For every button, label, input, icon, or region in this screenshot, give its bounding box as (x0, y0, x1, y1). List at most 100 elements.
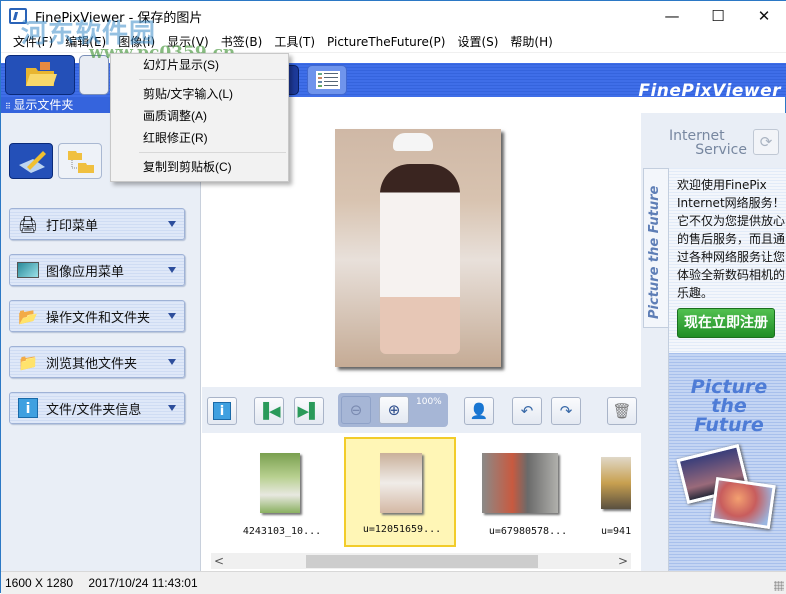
internet-service-title: Internet Service (669, 128, 747, 158)
main-photo (335, 129, 501, 367)
print-menu-button[interactable]: 🖨 打印菜单 (9, 208, 185, 240)
horizontal-scrollbar[interactable]: < > (211, 553, 631, 569)
info-button[interactable]: i (207, 397, 237, 425)
menu-help[interactable]: 帮助(H) (504, 33, 558, 50)
last-image-button[interactable]: ▶▌ (294, 397, 324, 425)
dropdown-arrow-icon (168, 405, 176, 411)
brand-logo: FinePixViewer (638, 81, 781, 101)
info-icon: i (16, 398, 40, 418)
rotate-right-icon: ↷ (559, 402, 573, 420)
folder-edit-icon: 📂 (18, 306, 38, 326)
title-bar: FinePixViewer - 保存的图片 — ☐ ✕ (1, 1, 786, 31)
internet-service-panel: Internet Service ⟳ Picture the Future 欢迎… (641, 113, 786, 571)
picture-the-future-logo: Picture the Future (690, 376, 768, 436)
menu-tools[interactable]: 工具(T) (268, 33, 321, 50)
file-operations-menu-button[interactable]: 📂 操作文件和文件夹 (9, 300, 185, 332)
calendar-view-button[interactable] (79, 55, 109, 95)
list-icon (316, 71, 340, 89)
menu-settings[interactable]: 设置(S) (451, 33, 504, 50)
menu-image[interactable]: 图像(I) (112, 33, 161, 50)
promo-graphic: Picture the Future (669, 353, 786, 571)
menu-bookmarks[interactable]: 书签(B) (215, 33, 269, 50)
image-apps-menu-label: 图像应用菜单 (46, 264, 125, 280)
menu-view[interactable]: 显示(V) (161, 33, 215, 50)
delete-button[interactable]: 🗑 (607, 397, 637, 425)
info-icon: i (213, 402, 231, 420)
trash-icon: 🗑 (612, 402, 632, 420)
rotate-left-button[interactable]: ↶ (512, 397, 542, 425)
menu-item-red-eye[interactable]: 红眼修正(R) (111, 127, 288, 149)
image-dimensions: 1600 X 1280 (5, 576, 74, 590)
image-icon (16, 260, 40, 280)
rotate-right-button[interactable]: ↷ (551, 397, 581, 425)
last-icon: ▶▌ (297, 402, 321, 420)
edit-mode-button[interactable] (9, 143, 53, 179)
menu-item-crop-text[interactable]: 剪贴/文字输入(L) (111, 83, 288, 105)
thumbnail-caption: u=67980578... (488, 526, 568, 537)
thumbnail-caption: u=941 (601, 526, 631, 537)
scroll-left-button[interactable]: < (211, 553, 227, 569)
app-icon (9, 8, 27, 24)
thumbnail-item[interactable]: u=941 (591, 437, 631, 547)
dropdown-arrow-icon (168, 359, 176, 365)
browse-folders-menu-label: 浏览其他文件夹 (46, 356, 138, 372)
panel-title: 显示文件夹 (13, 98, 74, 112)
scrollbar-thumb[interactable] (306, 555, 538, 568)
status-bar: 1600 X 1280 2017/10/24 11:43:01 (1, 571, 786, 594)
menu-separator (139, 79, 286, 80)
vertical-tab-label: Picture the Future (647, 185, 662, 319)
zoom-in-button[interactable]: ⊕ (379, 396, 409, 424)
scroll-right-button[interactable]: > (615, 553, 631, 569)
image-datetime: 2017/10/24 11:43:01 (88, 576, 198, 590)
thumbnail-item[interactable]: u=67980578... (472, 437, 584, 547)
folder-tree-icon (68, 151, 94, 173)
flowers-photo-card (710, 477, 776, 529)
file-info-menu-button[interactable]: i 文件/文件夹信息 (9, 392, 185, 424)
viewer-controls: i ▐◀ ▶▌ ⊖ ⊕ 100% 👤 ↶ ↷ 🗑 (202, 387, 641, 433)
menu-item-slideshow[interactable]: 幻灯片显示(S) (111, 54, 288, 76)
dropdown-arrow-icon (168, 267, 176, 273)
image-apps-menu-button[interactable]: 图像应用菜单 (9, 254, 185, 286)
pencil-icon (19, 151, 46, 173)
dropdown-arrow-icon (168, 313, 176, 319)
refresh-icon: ⟳ (759, 133, 773, 151)
zoom-in-icon: ⊕ (387, 401, 401, 419)
menu-picture-the-future[interactable]: PictureTheFuture(P) (321, 35, 451, 49)
dropdown-arrow-icon (168, 221, 176, 227)
zoom-out-icon: ⊖ (349, 401, 363, 419)
resize-grip[interactable] (774, 581, 784, 591)
menu-item-quality-adjust[interactable]: 画质调整(A) (111, 105, 288, 127)
picture-the-future-tab[interactable]: Picture the Future (643, 168, 668, 328)
refresh-button[interactable]: ⟳ (753, 129, 779, 155)
menu-edit[interactable]: 编辑(E) (59, 33, 112, 50)
promo-area: 欢迎使用FinePix Internet网络服务！它不仅为您提供放心的售后服务，… (668, 168, 786, 571)
register-now-button[interactable]: 现在立即注册 (677, 308, 775, 338)
list-view-button[interactable] (307, 65, 347, 95)
rotate-left-icon: ↶ (520, 402, 534, 420)
menu-file[interactable]: 文件(F) (7, 33, 59, 50)
thumbnail-strip: 4243103_10... u=12051659... u=67980578..… (211, 433, 631, 553)
maximize-button[interactable]: ☐ (695, 1, 741, 31)
promo-text: 欢迎使用FinePix Internet网络服务！它不仅为您提供放心的售后服务，… (677, 178, 786, 300)
zoom-out-button[interactable]: ⊖ (341, 396, 371, 424)
file-info-menu-label: 文件/文件夹信息 (46, 402, 142, 418)
menu-item-copy-clipboard[interactable]: 复制到剪贴板(C) (111, 156, 288, 178)
thumbnail-caption: u=12051659... (362, 524, 442, 535)
first-icon: ▐◀ (257, 402, 281, 420)
close-button[interactable]: ✕ (741, 1, 786, 31)
browse-folders-menu-button[interactable]: 📁 浏览其他文件夹 (9, 346, 185, 378)
menu-separator (139, 152, 286, 153)
folder-view-button[interactable] (5, 55, 75, 95)
printer-icon: 🖨 (17, 214, 39, 234)
print-menu-label: 打印菜单 (46, 218, 99, 234)
folder-tree-button[interactable] (58, 143, 102, 179)
first-image-button[interactable]: ▐◀ (254, 397, 284, 425)
folder-icon (26, 62, 57, 86)
thumbnail-item[interactable]: 4243103_10... (226, 437, 338, 547)
menu-bar: 文件(F) 编辑(E) 图像(I) 显示(V) 书签(B) 工具(T) Pict… (1, 31, 786, 53)
thumbnail-caption: 4243103_10... (242, 526, 322, 537)
thumbnail-item-selected[interactable]: u=12051659... (344, 437, 456, 547)
face-button[interactable]: 👤 (464, 397, 494, 425)
file-operations-menu-label: 操作文件和文件夹 (46, 310, 151, 326)
minimize-button[interactable]: — (649, 1, 695, 31)
